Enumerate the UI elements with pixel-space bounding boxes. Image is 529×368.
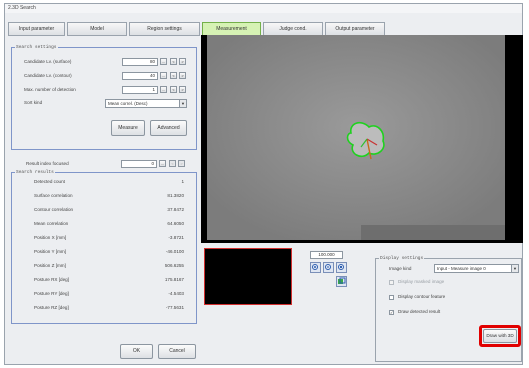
result-label-position-z: Position Z [mm] [34, 263, 66, 268]
window-title: 2.3D Search [5, 4, 522, 13]
thumbnail-preview[interactable] [204, 248, 292, 305]
result-label-detected-count: Detected count [34, 179, 65, 184]
display-masked-image-checkbox[interactable] [389, 280, 394, 285]
sort-kind-value: Mean correl. (Desc) [108, 101, 148, 106]
search-settings-title: Search settings [15, 45, 58, 50]
tab-output-parameter[interactable]: Output parameter [325, 22, 385, 36]
zoom-input[interactable]: 100.000 [310, 251, 343, 259]
result-value-posture-rx: 175.8167 [164, 277, 184, 282]
candidate-surface-menu-button[interactable]: … [160, 58, 167, 65]
tab-model[interactable]: Model [67, 22, 127, 36]
result-label-position-x: Position X [mm] [34, 235, 67, 240]
candidate-contour-decrement[interactable]: < [170, 72, 177, 79]
zoom-in-icon [312, 264, 318, 270]
image-kind-value: Input - Measure image 0 [437, 266, 486, 271]
result-value-mean-correlation: 64.6050 [167, 221, 184, 226]
display-contour-feature-checkbox[interactable] [389, 295, 394, 300]
cancel-button[interactable]: Cancel [158, 344, 196, 359]
dialog-window: 2.3D Search Input parameter Model Region… [4, 3, 523, 365]
result-value-position-y: -46.0100 [165, 249, 184, 254]
zoom-out-button[interactable] [323, 262, 334, 273]
draw-with-3d-button[interactable]: Draw with 3D [483, 329, 517, 343]
result-value-position-x: -3.8721 [168, 235, 184, 240]
view-3d-icon [338, 277, 346, 284]
result-value-surface-correlation: 81.3820 [167, 193, 184, 198]
candidate-contour-menu-button[interactable]: … [160, 72, 167, 79]
tab-judge-cond[interactable]: Judge cond. [263, 22, 323, 36]
candidate-contour-increment[interactable]: > [179, 72, 186, 79]
ok-button[interactable]: OK [120, 344, 153, 359]
zoom-out-icon [325, 264, 331, 270]
zoom-fit-icon [338, 264, 344, 270]
candidate-surface-decrement[interactable]: < [170, 58, 177, 65]
result-index-menu-button[interactable]: … [159, 160, 166, 167]
candidate-surface-input[interactable]: 80 [122, 58, 158, 66]
result-index-decrement[interactable]: < [169, 160, 176, 167]
max-detection-increment[interactable]: > [179, 86, 186, 93]
display-settings-title: Display settings [379, 256, 425, 261]
display-masked-image-label: Display masked image [398, 279, 445, 284]
sort-kind-select[interactable]: Mean correl. (Desc) ▼ [105, 99, 187, 108]
result-label-surface-correlation: Surface correlation [34, 193, 73, 198]
result-value-posture-ry: -4.5403 [168, 291, 184, 296]
draw-detected-result-label: Draw detected result [398, 309, 441, 314]
search-results-title: Search results [15, 170, 55, 175]
result-value-posture-rz: -77.5631 [165, 305, 184, 310]
tab-input-parameter[interactable]: Input parameter [8, 22, 65, 36]
view-3d-button[interactable] [336, 276, 347, 287]
candidate-surface-increment[interactable]: > [179, 58, 186, 65]
result-label-posture-ry: Posture RY [deg] [34, 291, 69, 296]
result-label-contour-correlation: Contour correlation [34, 207, 74, 212]
sort-kind-label: Sort kind [24, 100, 43, 105]
measure-button[interactable]: Measure [111, 120, 145, 136]
display-settings-group: Display settings Image kind Input - Meas… [375, 256, 522, 362]
display-contour-feature-label: Display contour feature [398, 294, 446, 299]
draw-detected-result-checkbox[interactable]: ✓ [389, 310, 394, 315]
result-label-mean-correlation: Mean correlation [34, 221, 69, 226]
image-viewer[interactable] [201, 35, 523, 243]
measurement-image [207, 35, 505, 240]
result-value-contour-correlation: 37.8472 [167, 207, 184, 212]
result-label-posture-rx: Posture RX [deg] [34, 277, 69, 282]
result-value-detected-count: 1 [181, 179, 184, 184]
result-index-label: Result index focused [26, 161, 69, 166]
zoom-fit-button[interactable] [336, 262, 347, 273]
zoom-in-button[interactable] [310, 262, 321, 273]
max-detection-menu-button[interactable]: … [160, 86, 167, 93]
dropdown-arrow-icon: ▼ [179, 100, 186, 107]
image-kind-label: Image kind [389, 266, 412, 271]
max-detection-label: Max. number of detection [24, 87, 76, 92]
search-settings-group: Search settings Candidate Lv. (surface) … [11, 45, 197, 150]
candidate-contour-label: Candidate Lv. (contour) [24, 73, 72, 78]
result-label-position-y: Position Y [mm] [34, 249, 66, 254]
candidate-surface-label: Candidate Lv. (surface) [24, 59, 72, 64]
image-kind-select[interactable]: Input - Measure image 0 ▼ [434, 264, 519, 273]
max-detection-decrement[interactable]: < [170, 86, 177, 93]
tab-region-settings[interactable]: Region settings [129, 22, 200, 36]
result-index-input[interactable]: 0 [121, 160, 157, 168]
result-label-posture-rz: Posture RZ [deg] [34, 305, 69, 310]
max-detection-input[interactable]: 1 [122, 86, 158, 94]
tab-measurement[interactable]: Measurement [202, 22, 261, 36]
detected-object-outline [346, 121, 385, 158]
candidate-contour-input[interactable]: 40 [122, 72, 158, 80]
search-results-group: Search results Detected count 1 Surface … [11, 170, 197, 324]
result-value-position-z: 506.6255 [164, 263, 184, 268]
result-index-increment[interactable]: > [178, 160, 185, 167]
dropdown-arrow-icon: ▼ [511, 265, 518, 272]
advanced-button[interactable]: Advanced [150, 120, 187, 136]
